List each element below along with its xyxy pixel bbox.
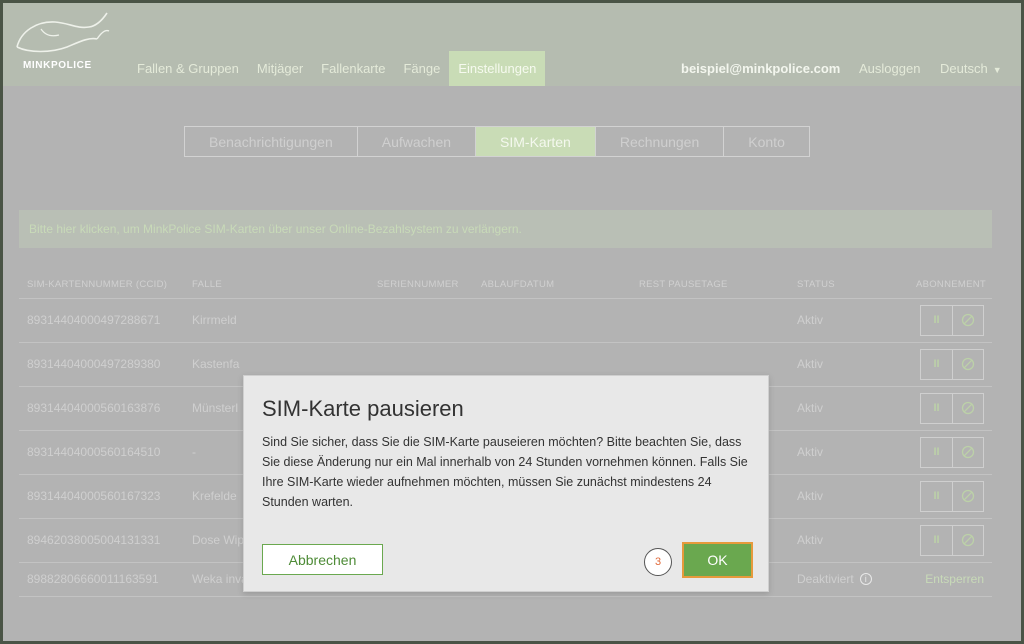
subscription-actions: II	[920, 480, 984, 512]
pause-icon[interactable]: II	[921, 394, 952, 423]
dialog-message: Sind Sie sicher, dass Sie die SIM-Karte …	[262, 435, 748, 509]
subscription-actions: II	[920, 304, 984, 336]
cell-ccid: 89314404000497288671	[19, 298, 184, 343]
nav-item-faenge[interactable]: Fänge	[394, 51, 449, 86]
cell-status: Aktiv	[789, 430, 899, 475]
tab-konto[interactable]: Konto	[724, 127, 809, 156]
subscription-actions: II	[920, 392, 984, 424]
user-email[interactable]: beispiel@minkpolice.com	[681, 61, 840, 76]
col-rest-pausetage: REST PAUSETAGE	[631, 271, 789, 299]
table-row: 89314404000497288671 Kirrmeld Aktiv II	[19, 298, 992, 343]
nav-item-fallen-gruppen[interactable]: Fallen & Gruppen	[128, 51, 248, 86]
col-seriennummer: SERIENNUMMER	[369, 271, 473, 299]
settings-subtabs: Benachrichtigungen Aufwachen SIM-Karten …	[184, 126, 810, 157]
tab-benachrichtigungen[interactable]: Benachrichtigungen	[185, 127, 358, 156]
unlock-link[interactable]: Entsperren	[925, 572, 984, 586]
col-abonnement: ABONNEMENT	[899, 271, 992, 299]
cancel-icon[interactable]	[952, 305, 983, 335]
cell-abonnement: II	[899, 518, 992, 563]
top-header: MINKPOLICE Fallen & Gruppen Mitjäger Fal…	[3, 3, 1021, 86]
pause-icon[interactable]: II	[921, 438, 952, 467]
cell-ccid: 89462038005004131331	[19, 518, 184, 563]
cell-abonnement: Entsperren	[899, 562, 992, 597]
tab-aufwachen[interactable]: Aufwachen	[358, 127, 477, 156]
cell-ccid: 89882806660011163591	[19, 562, 184, 597]
nav-item-fallenkarte[interactable]: Fallenkarte	[312, 51, 394, 86]
cell-status: Aktiv	[789, 474, 899, 519]
logout-link[interactable]: Ausloggen	[859, 61, 920, 76]
cell-ccid: 89314404000560167323	[19, 474, 184, 519]
pause-icon[interactable]: II	[921, 526, 952, 555]
dialog-title: SIM-Karte pausieren	[262, 396, 464, 421]
cancel-button[interactable]: Abbrechen	[262, 544, 383, 575]
cell-abonnement: II	[899, 298, 992, 343]
cell-status: Aktiv	[789, 298, 899, 343]
mink-logo-icon	[16, 12, 110, 53]
status-label: Deaktiviert	[797, 572, 854, 586]
language-label: Deutsch	[940, 61, 988, 76]
cell-status: Aktiv	[789, 386, 899, 431]
cell-abonnement: II	[899, 474, 992, 519]
language-select[interactable]: Deutsch ▼	[940, 61, 1002, 76]
subscription-actions: II	[920, 524, 984, 556]
cell-falle: Kirrmeld	[184, 298, 369, 343]
pause-sim-dialog: SIM-Karte pausieren Sind Sie sicher, das…	[243, 375, 769, 592]
brand-name: MINKPOLICE	[23, 60, 92, 71]
cell-status: Aktiv	[789, 342, 899, 387]
nav-item-mitjaeger[interactable]: Mitjäger	[248, 51, 312, 86]
cell-ccid: 89314404000560164510	[19, 430, 184, 475]
cell-rest-pausetage	[631, 298, 789, 343]
col-falle: FALLE	[184, 271, 369, 299]
renew-banner-link[interactable]: Bitte hier klicken, um MinkPolice SIM-Ka…	[19, 210, 992, 248]
step-marker: 3	[644, 548, 672, 576]
cell-abonnement: II	[899, 386, 992, 431]
pause-icon[interactable]: II	[921, 350, 952, 379]
cell-ccid: 89314404000497289380	[19, 342, 184, 387]
col-status: STATUS	[789, 271, 899, 299]
cell-abonnement: II	[899, 430, 992, 475]
caret-down-icon: ▼	[992, 65, 1002, 75]
col-ablaufdatum: ABLAUFDATUM	[473, 271, 631, 299]
cancel-icon[interactable]	[952, 481, 983, 511]
col-ccid: SIM-KARTENNUMMER (CCID)	[19, 271, 184, 299]
cell-ccid: 89314404000560163876	[19, 386, 184, 431]
cancel-icon[interactable]	[952, 437, 983, 467]
main-nav: Fallen & Gruppen Mitjäger Fallenkarte Fä…	[128, 51, 546, 86]
main-content: Benachrichtigungen Aufwachen SIM-Karten …	[3, 86, 1021, 641]
subscription-actions: II	[920, 348, 984, 380]
pause-icon[interactable]: II	[921, 482, 952, 511]
cell-status: Aktiv	[789, 518, 899, 563]
cancel-icon[interactable]	[952, 525, 983, 555]
tab-sim-karten[interactable]: SIM-Karten	[476, 127, 596, 156]
cell-abonnement: II	[899, 342, 992, 387]
cancel-icon[interactable]	[952, 393, 983, 423]
table-header-row: SIM-KARTENNUMMER (CCID) FALLE SERIENNUMM…	[19, 271, 992, 299]
pause-icon[interactable]: II	[921, 306, 952, 335]
nav-item-einstellungen[interactable]: Einstellungen	[449, 51, 546, 86]
cell-status: Deaktiviert i	[789, 562, 899, 597]
tab-rechnungen[interactable]: Rechnungen	[596, 127, 725, 156]
ok-button[interactable]: OK	[682, 542, 753, 578]
cell-seriennummer	[369, 298, 473, 343]
cancel-icon[interactable]	[952, 349, 983, 379]
subscription-actions: II	[920, 436, 984, 468]
info-icon[interactable]: i	[859, 573, 872, 585]
app-window: MINKPOLICE Fallen & Gruppen Mitjäger Fal…	[3, 3, 1021, 641]
cell-ablaufdatum	[473, 298, 631, 343]
